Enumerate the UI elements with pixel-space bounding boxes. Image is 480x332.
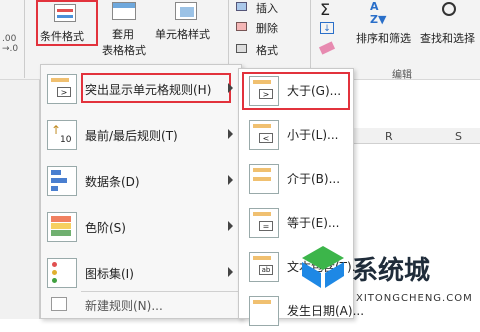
submenu-arrow-icon bbox=[228, 175, 233, 185]
sum-icon[interactable]: Σ bbox=[320, 0, 330, 19]
number-format-hint[interactable]: .00 →.0 bbox=[2, 34, 18, 54]
column-header-r[interactable]: R bbox=[385, 130, 393, 143]
submenu-item-between[interactable]: 介于(B)... bbox=[239, 157, 353, 200]
submenu-item-label: 小于(L)... bbox=[287, 128, 339, 142]
less-than-icon: < bbox=[249, 120, 279, 150]
sort-filter-button[interactable]: A Z▼ 排序和筛选 bbox=[356, 0, 422, 50]
conditional-format-button[interactable]: 条件格式 bbox=[36, 0, 98, 46]
menu-item-data-bars[interactable]: 数据条(D) bbox=[41, 159, 241, 203]
top-bottom-icon: ↑ 10 bbox=[47, 120, 77, 150]
submenu-arrow-icon bbox=[228, 267, 233, 277]
between-icon bbox=[249, 164, 279, 194]
menu-item-highlight-rules[interactable]: > 突出显示单元格规则(H) bbox=[41, 67, 241, 111]
submenu-item-equal-to[interactable]: = 等于(E)... bbox=[239, 201, 353, 244]
text-contains-icon: ab bbox=[249, 252, 279, 282]
menu-item-label: 图标集(I) bbox=[85, 267, 134, 281]
submenu-item-label: 大于(G)... bbox=[287, 84, 342, 98]
divider bbox=[310, 0, 311, 78]
format-icon bbox=[236, 44, 247, 53]
delete-label: 删除 bbox=[256, 22, 278, 35]
cell-styles-label: 单元格样式 bbox=[155, 28, 210, 41]
sort-filter-label: 排序和筛选 bbox=[356, 32, 411, 45]
watermark-brand: 系统城 bbox=[352, 256, 431, 286]
insert-label: 插入 bbox=[256, 2, 278, 15]
watermark-logo-icon bbox=[300, 244, 346, 290]
highlight-rules-icon: > bbox=[47, 74, 77, 104]
submenu-item-label: 介于(B)... bbox=[287, 172, 341, 186]
data-bars-icon bbox=[47, 166, 77, 196]
submenu-item-date-occurring[interactable]: 发生日期(A)... bbox=[239, 289, 364, 332]
watermark-url: XITONGCHENG.COM bbox=[356, 293, 473, 304]
cell-styles-button[interactable]: 单元格样式 bbox=[153, 0, 223, 48]
edit-group-label: 编辑 bbox=[392, 70, 412, 81]
submenu-item-greater-than[interactable]: > 大于(G)... bbox=[239, 69, 353, 112]
magnifier-icon bbox=[442, 2, 456, 16]
format-label: 格式 bbox=[256, 44, 278, 57]
menu-item-new-rule[interactable]: 新建规则(N)... bbox=[41, 289, 241, 319]
greater-than-icon: > bbox=[249, 76, 279, 106]
menu-item-label: 数据条(D) bbox=[85, 175, 140, 189]
column-header-s[interactable]: S bbox=[455, 130, 462, 143]
submenu-item-less-than[interactable]: < 小于(L)... bbox=[239, 113, 353, 156]
conditional-format-menu: > 突出显示单元格规则(H) ↑ 10 最前/最后规则(T) 数据条(D) 色阶… bbox=[40, 64, 242, 319]
fill-icon[interactable]: ↓ bbox=[320, 22, 334, 34]
table-icon bbox=[112, 2, 136, 20]
cell-styles-icon bbox=[175, 2, 197, 20]
new-rule-icon bbox=[51, 297, 67, 311]
menu-item-label: 色阶(S) bbox=[85, 221, 126, 235]
insert-icon bbox=[236, 2, 247, 11]
menu-item-top-bottom-rules[interactable]: ↑ 10 最前/最后规则(T) bbox=[41, 113, 241, 157]
submenu-arrow-icon bbox=[228, 221, 233, 231]
format-as-table-button[interactable]: 套用 表格格式 bbox=[100, 0, 150, 62]
submenu-item-label: 发生日期(A)... bbox=[287, 304, 365, 318]
delete-icon bbox=[236, 22, 247, 31]
date-occurring-icon bbox=[249, 296, 279, 326]
submenu-arrow-icon bbox=[228, 129, 233, 139]
conditional-format-label: 条件格式 bbox=[40, 30, 84, 43]
color-scales-icon bbox=[47, 212, 77, 242]
submenu-arrow-icon bbox=[228, 83, 233, 93]
menu-item-label: 新建规则(N)... bbox=[85, 299, 163, 313]
sort-filter-icon: A Z▼ bbox=[370, 0, 387, 26]
icon-sets-icon bbox=[47, 258, 77, 288]
row-header-strip bbox=[0, 80, 40, 319]
submenu-item-label: 等于(E)... bbox=[287, 216, 340, 230]
conditional-format-icon bbox=[54, 4, 76, 22]
find-select-button[interactable]: 查找和选择 bbox=[420, 0, 480, 50]
menu-item-label: 突出显示单元格规则(H) bbox=[85, 83, 212, 97]
format-as-table-label-1: 套用 bbox=[112, 28, 134, 41]
format-as-table-label-2: 表格格式 bbox=[102, 44, 146, 57]
equal-to-icon: = bbox=[249, 208, 279, 238]
divider bbox=[24, 0, 25, 78]
menu-item-label: 最前/最后规则(T) bbox=[85, 129, 178, 143]
menu-item-color-scales[interactable]: 色阶(S) bbox=[41, 205, 241, 249]
find-select-label: 查找和选择 bbox=[420, 32, 475, 45]
clear-icon[interactable] bbox=[318, 41, 336, 55]
